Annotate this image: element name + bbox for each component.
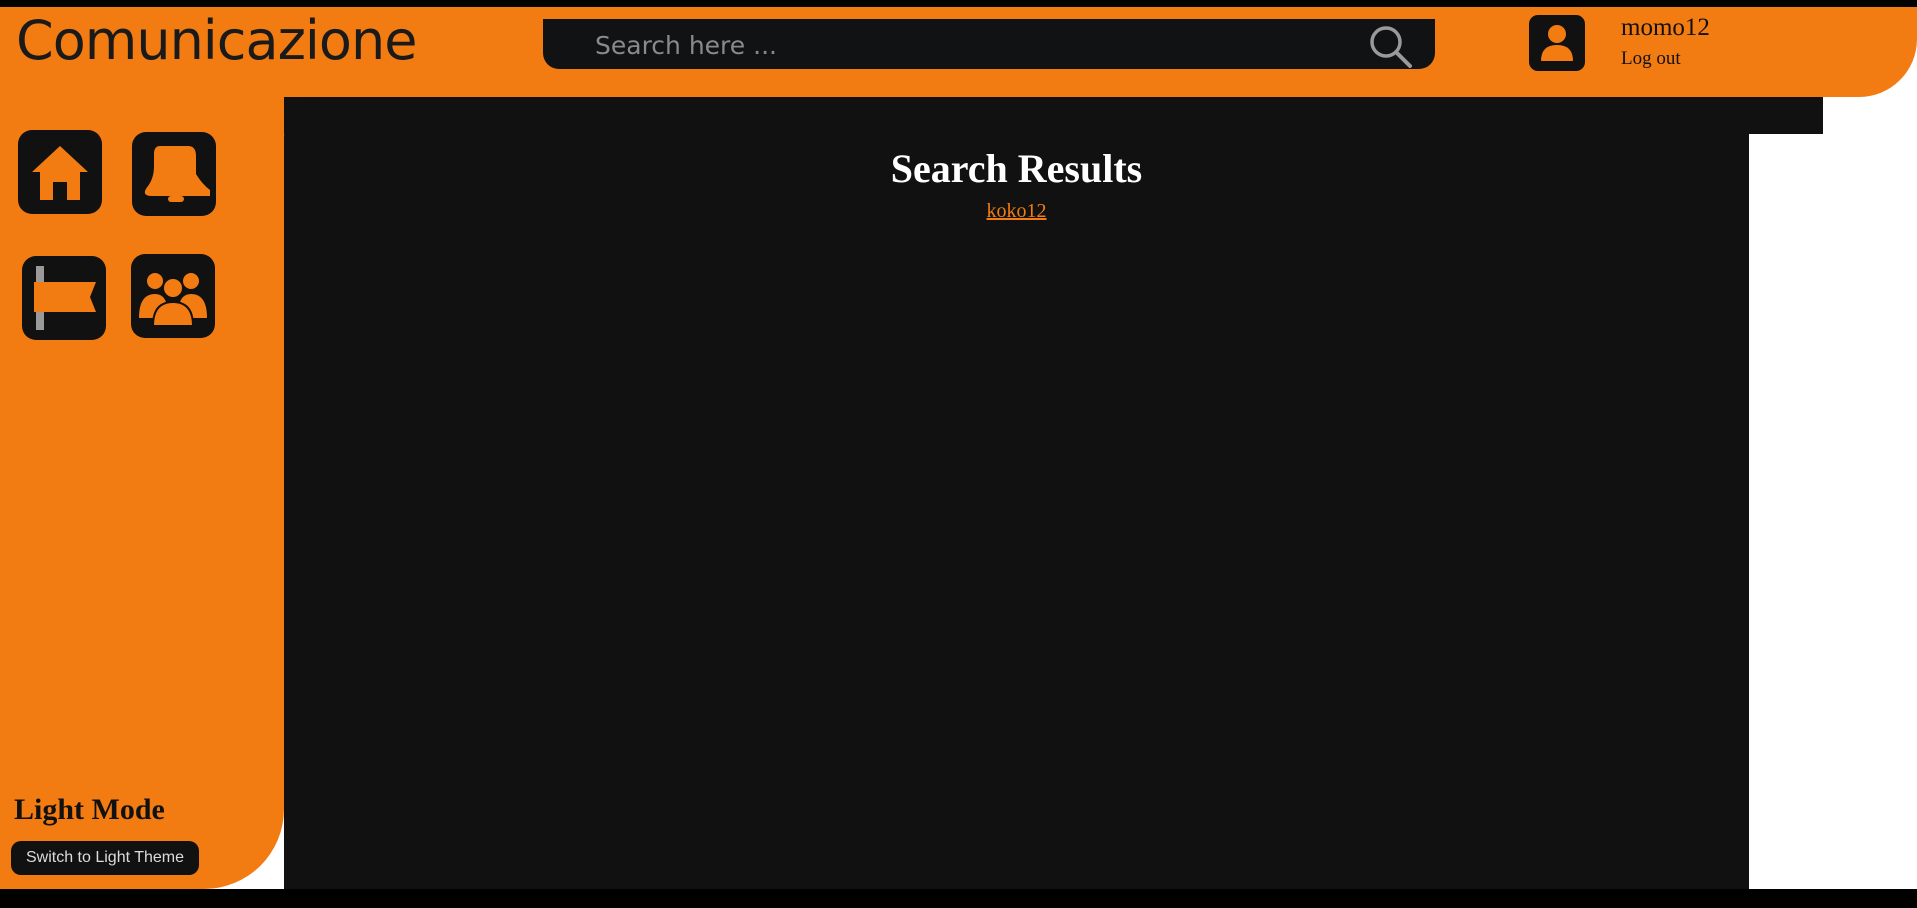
app-title: Comunicazione: [16, 9, 417, 72]
search-input[interactable]: [593, 19, 1337, 71]
group-icon[interactable]: [131, 254, 215, 338]
user-icon[interactable]: [1529, 15, 1585, 71]
logout-link[interactable]: Log out: [1621, 48, 1681, 70]
flag-icon[interactable]: [22, 256, 106, 340]
bell-icon[interactable]: [132, 132, 216, 216]
switch-theme-button[interactable]: Switch to Light Theme: [11, 841, 199, 875]
search-icon[interactable]: [1367, 23, 1413, 69]
sidebar: Light Mode Switch to Light Theme: [0, 97, 284, 889]
page-title: Search Results: [890, 146, 1143, 191]
username: momo12: [1621, 14, 1710, 41]
main-content: Search Results koko12: [284, 97, 1749, 889]
search-result-item: koko12: [284, 200, 1749, 223]
search-bar: [543, 19, 1435, 71]
search-result-link[interactable]: koko12: [987, 200, 1047, 222]
page: Comunicazione momo12 Log out: [0, 7, 1917, 889]
mode-title: Light Mode: [14, 793, 165, 826]
top-bar: Comunicazione momo12 Log out: [0, 7, 1917, 97]
home-icon[interactable]: [18, 130, 102, 214]
